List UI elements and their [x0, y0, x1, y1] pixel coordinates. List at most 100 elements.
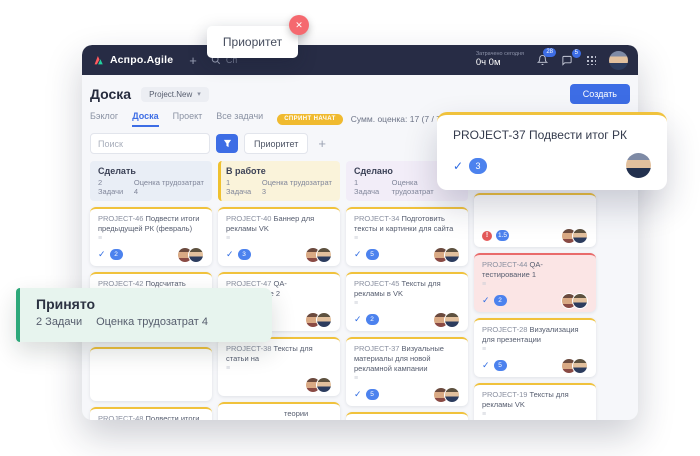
task-card[interactable]: PROJECT-19 Тексты для рекламы VK≡✓5 — [474, 383, 596, 420]
app-name: Аспро.Agile — [110, 54, 173, 66]
task-card[interactable]: PROJECT-34 Подготовить тексты и картинки… — [346, 207, 468, 266]
avatar — [316, 247, 332, 263]
add-filter-button[interactable]: + — [318, 136, 326, 151]
card-title: PROJECT-28 Визуализация для презентации — [482, 325, 588, 345]
messages-button[interactable]: 5 — [561, 55, 573, 66]
user-avatar[interactable] — [609, 51, 628, 70]
tab-0[interactable]: Бэклог — [90, 111, 118, 127]
tab-1[interactable]: Доска — [132, 111, 158, 127]
description-icon: ≡ — [354, 301, 460, 307]
estimate-badge: 5 — [366, 249, 379, 260]
estimate-summary: Сумм. оценка: 17 (7 / 7) — [351, 114, 444, 124]
task-card[interactable]: !1.5 — [474, 193, 596, 247]
tab-3[interactable]: Все задачи — [216, 111, 263, 127]
assignee-avatars — [561, 293, 588, 309]
task-card[interactable]: PROJECT-48 Подвести итоги РК≡✓3 — [90, 407, 212, 420]
card-code: PROJECT-28 — [482, 325, 530, 334]
card-code: PROJECT-47 — [226, 279, 274, 288]
accepted-title: Принято — [36, 296, 256, 312]
card-footer: ✓5 — [354, 388, 460, 401]
card-footer: ✓3 — [226, 248, 332, 261]
board-column: !1.5 PROJECT-44 QA-тестирование 1 ≡ ✓ 2 PROJE… — [474, 161, 596, 420]
board-column: Сделано1 ЗадачаОценка трудозатратPROJECT… — [346, 161, 468, 420]
check-icon: ✓ — [354, 389, 362, 400]
card-footer: ✓2 — [98, 248, 204, 261]
task-card[interactable]: PROJECT-44 QA-тестирование 1≡✓2 — [474, 253, 596, 312]
tooltip-close-button[interactable]: ✕ — [289, 15, 309, 35]
project-select[interactable]: Project.New ▾ — [141, 87, 209, 102]
avatar — [572, 228, 588, 244]
check-icon: ✓ — [453, 159, 463, 173]
estimate-badge: 1.5 — [496, 230, 509, 241]
assignee-avatar — [626, 153, 651, 178]
screenshot-canvas: Аспро.Agile + Сп Затрачено сегодня 0ч 0м — [0, 0, 700, 456]
task-popup-card[interactable]: PROJECT-37 Подвести итог РК ✓ 3 — [437, 112, 667, 190]
description-icon: ≡ — [482, 412, 588, 418]
notifications-button[interactable]: 28 — [537, 54, 548, 66]
avatar — [572, 293, 588, 309]
card-title: PROJECT-48 Подвести итоги РК — [98, 414, 204, 420]
description-icon: ≡ — [354, 376, 460, 382]
assignee-avatars — [433, 247, 460, 263]
estimate-badge: 2 — [494, 295, 507, 306]
card-code: PROJECT-38 — [226, 344, 274, 353]
description-icon: ≡ — [226, 236, 332, 242]
filter-button[interactable] — [216, 134, 238, 153]
messages-badge: 5 — [572, 49, 581, 58]
task-card[interactable]: PROJECT-40 Баннер для рекламы VK ≡ ✓3 — [218, 207, 340, 266]
task-popup-footer: ✓ 3 — [453, 153, 651, 178]
task-card[interactable]: PROJECT-46 Подвести итоги предыдущей РК … — [90, 207, 212, 266]
filter-chip-priority[interactable]: Приоритет — [244, 133, 308, 154]
column-title: Сделать — [98, 166, 204, 176]
description-icon: ≡ — [354, 236, 460, 242]
tabs: Бэклог Доска Проект Все задачи — [90, 111, 263, 127]
card-code: PROJECT-40 — [226, 214, 274, 223]
avatar — [572, 358, 588, 374]
description-icon: ≡ — [98, 236, 204, 242]
task-card[interactable]: PROJECT-23 Итоги РК≡✓6 — [346, 412, 468, 420]
apps-grid-icon[interactable] — [586, 55, 596, 65]
task-card[interactable]: PROJECT-38 Тексты для статьи на ≡ — [218, 337, 340, 396]
tab-2[interactable]: Проект — [173, 111, 203, 127]
task-card[interactable]: теории≡✓3 — [218, 402, 340, 420]
column-task-count: 1 Задача — [226, 178, 255, 196]
estimate-badge: 2 — [110, 249, 123, 260]
assignee-avatars — [305, 312, 332, 328]
column-title: В работе — [226, 166, 332, 176]
assignee-avatars — [305, 247, 332, 263]
card-code: PROJECT-44 — [482, 260, 530, 269]
column-cards: !1.5 PROJECT-44 QA-тестирование 1 ≡ ✓ 2 PROJE… — [474, 193, 596, 420]
project-select-value: Project.New — [149, 90, 192, 99]
card-title: PROJECT-40 Баннер для рекламы VK — [226, 214, 332, 234]
app-logo[interactable]: Аспро.Agile — [92, 54, 173, 67]
task-card[interactable]: PROJECT-45 Тексты для рекламы в VK≡✓2 — [346, 272, 468, 331]
card-code: PROJECT-34 — [354, 214, 402, 223]
task-card[interactable]: PROJECT-37 Визуальные материалы для ново… — [346, 337, 468, 406]
column-estimate: Оценка трудозатрат 4 — [134, 178, 204, 196]
task-card[interactable]: PROJECT-28 Визуализация для презентации≡… — [474, 318, 596, 377]
assignee-avatars — [561, 228, 588, 244]
column-task-count: 2 Задачи — [98, 178, 127, 196]
card-title: PROJECT-45 Тексты для рекламы в VK — [354, 279, 460, 299]
create-button[interactable]: Создать — [570, 84, 630, 104]
column-meta: 1 ЗадачаОценка трудозатрат 3 — [226, 178, 332, 196]
check-icon: ✓ — [98, 249, 106, 260]
assignee-avatars — [561, 358, 588, 374]
check-icon: ✓ — [482, 295, 490, 306]
card-title: PROJECT-44 QA-тестирование 1 — [482, 260, 588, 280]
chevron-down-icon: ▾ — [197, 90, 201, 98]
avatar — [316, 377, 332, 393]
card-footer: ✓5 — [482, 359, 588, 372]
search-input[interactable] — [90, 133, 210, 154]
card-title: PROJECT-46 Подвести итоги предыдущей РК … — [98, 214, 204, 234]
accepted-task-count: 2 Задачи — [36, 316, 82, 328]
card-title: PROJECT-38 Тексты для статьи на — [226, 344, 332, 364]
logo-icon — [92, 54, 105, 67]
task-card[interactable] — [90, 347, 212, 401]
assignee-avatars — [177, 247, 204, 263]
description-icon: ≡ — [226, 366, 332, 372]
check-icon: ✓ — [482, 360, 490, 371]
plus-icon[interactable]: + — [189, 54, 197, 67]
card-code: PROJECT-42 — [98, 279, 146, 288]
close-icon: ✕ — [295, 20, 303, 31]
